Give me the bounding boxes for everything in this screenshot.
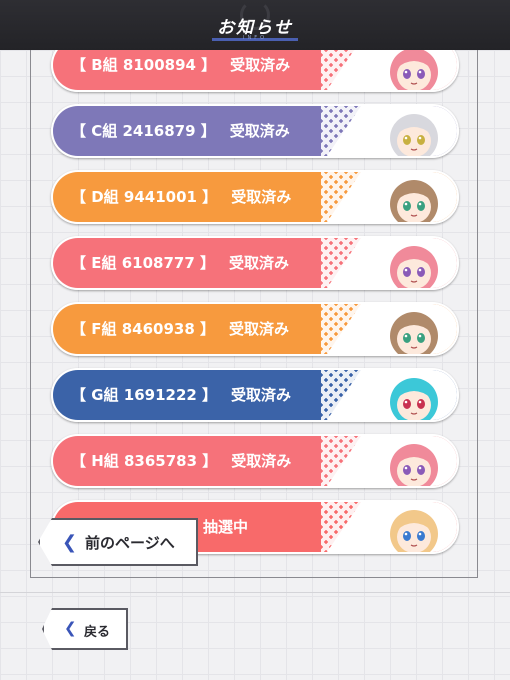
group-label: 【 G組 1691222 】 (71, 386, 218, 404)
notice-item[interactable]: 【 G組 1691222 】受取済み (51, 368, 459, 422)
status-label: 受取済み (231, 386, 292, 404)
item-text: 【 B組 8100894 】受取済み (71, 50, 290, 90)
divider (0, 592, 510, 593)
notice-item[interactable]: 【 D組 9441001 】受取済み (51, 170, 459, 224)
notice-item[interactable]: 【 B組 8100894 】受取済み (51, 50, 459, 92)
notice-item[interactable]: 【 E組 6108777 】受取済み (51, 236, 459, 290)
prev-page-button[interactable]: ❮ 前のページへ (38, 518, 198, 566)
character-portrait-icon (390, 510, 438, 552)
status-label: 受取済み (228, 254, 289, 272)
item-text: 【 H組 8365783 】受取済み (71, 436, 291, 486)
character-portrait-icon (390, 180, 438, 222)
notice-item[interactable]: 【 C組 2416879 】受取済み (51, 104, 459, 158)
group-label: 【 F組 8460938 】 (71, 320, 215, 338)
item-text: 抽選中 (203, 502, 248, 552)
character-portrait-icon (390, 50, 438, 90)
group-label: 【 H組 8365783 】 (71, 452, 218, 470)
status-label: 受取済み (230, 56, 291, 74)
chevron-left-icon: ❮ (64, 619, 77, 637)
item-text: 【 D組 9441001 】受取済み (71, 172, 291, 222)
character-portrait-icon (390, 444, 438, 486)
character-portrait-icon (390, 114, 438, 156)
character-portrait-icon (390, 312, 438, 354)
group-label: 【 C組 2416879 】 (71, 122, 216, 140)
prev-page-label: 前のページへ (85, 534, 175, 552)
status-label: 抽選中 (203, 518, 249, 536)
back-label: 戻る (84, 625, 111, 640)
item-text: 【 E組 6108777 】受取済み (71, 238, 289, 288)
status-label: 受取済み (228, 320, 289, 338)
item-text: 【 G組 1691222 】受取済み (71, 370, 291, 420)
notice-list: 【 B組 8100894 】受取済み【 C組 2416879 】受取済み【 D組… (31, 50, 477, 577)
group-label: 【 E組 6108777 】 (71, 254, 215, 272)
header-bar: お知らせ INFO (0, 0, 510, 50)
item-text: 【 F組 8460938 】受取済み (71, 304, 289, 354)
group-label: 【 D組 9441001 】 (71, 188, 218, 206)
item-text: 【 C組 2416879 】受取済み (71, 106, 290, 156)
page-subtitle: INFO (242, 35, 268, 41)
notice-item[interactable]: 【 F組 8460938 】受取済み (51, 302, 459, 356)
status-label: 受取済み (231, 188, 292, 206)
character-portrait-icon (390, 246, 438, 288)
character-portrait-icon (390, 378, 438, 420)
status-label: 受取済み (231, 452, 292, 470)
group-label: 【 B組 8100894 】 (71, 56, 217, 74)
notice-list-panel[interactable]: 【 B組 8100894 】受取済み【 C組 2416879 】受取済み【 D組… (30, 50, 478, 578)
status-label: 受取済み (229, 122, 290, 140)
chevron-left-icon: ❮ (62, 532, 78, 553)
notice-item[interactable]: 【 H組 8365783 】受取済み (51, 434, 459, 488)
back-button[interactable]: ❮ 戻る (42, 608, 128, 650)
